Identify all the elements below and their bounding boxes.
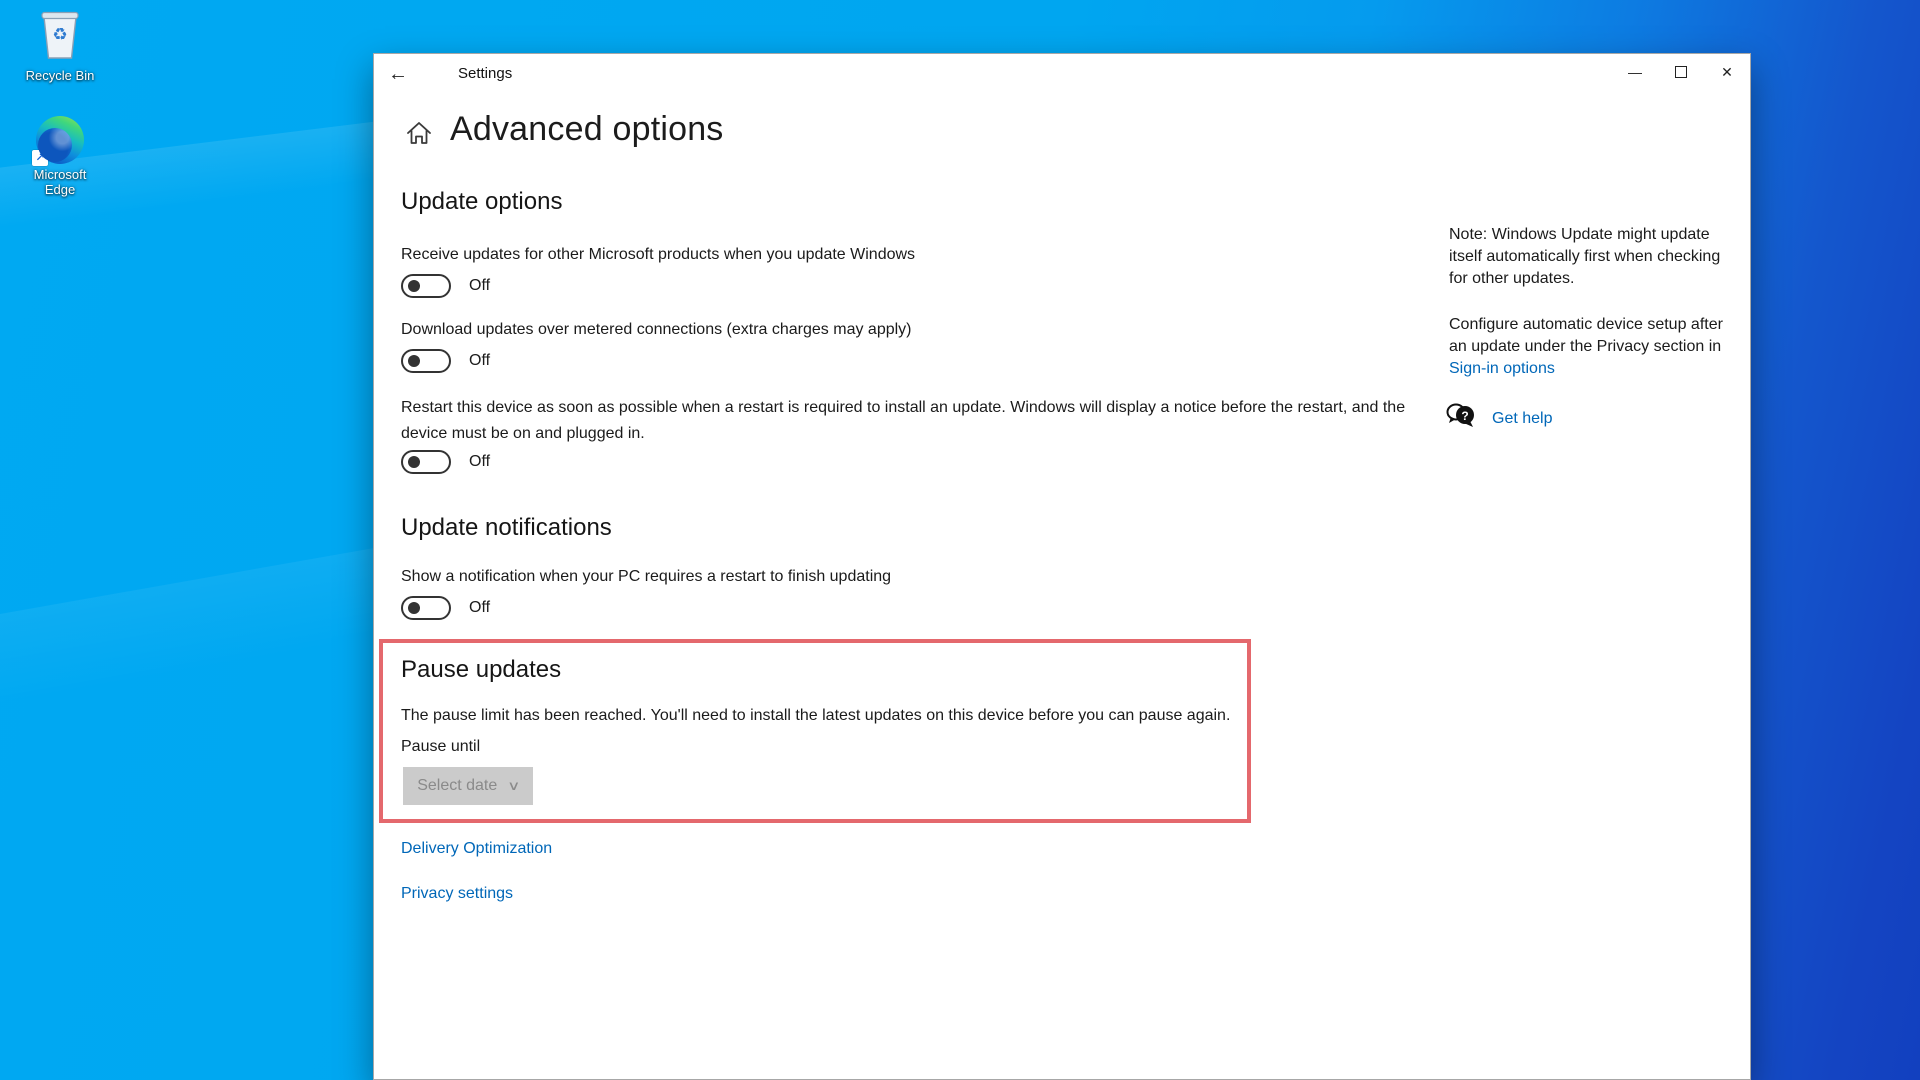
edge-icon: ↗ bbox=[36, 116, 84, 164]
section-heading-update-options: Update options bbox=[401, 188, 562, 216]
recycle-bin-icon: ♻ bbox=[37, 8, 83, 65]
titlebar: ← Settings — ✕ bbox=[374, 54, 1750, 94]
toggle-knob bbox=[408, 456, 420, 468]
get-help-icon: ? bbox=[1446, 402, 1478, 435]
minimize-button[interactable]: — bbox=[1612, 54, 1658, 90]
maximize-icon bbox=[1675, 66, 1687, 78]
toggle-state: Off bbox=[469, 599, 490, 617]
sign-in-options-link[interactable]: Sign-in options bbox=[1449, 360, 1555, 377]
toggle-label-receive-updates: Receive updates for other Microsoft prod… bbox=[401, 246, 915, 264]
desktop-icon-microsoft-edge[interactable]: ↗ Microsoft Edge bbox=[14, 116, 106, 197]
shortcut-arrow-icon: ↗ bbox=[32, 150, 48, 166]
toggle-label-metered-connections: Download updates over metered connection… bbox=[401, 321, 912, 339]
home-icon bbox=[404, 118, 434, 153]
toggle-restart-device[interactable] bbox=[401, 450, 451, 474]
sidebar-configure: Configure automatic device setup after a… bbox=[1449, 314, 1741, 380]
settings-window: ← Settings — ✕ Advanced options Update o… bbox=[373, 53, 1751, 1080]
select-date-label: Select date bbox=[417, 777, 497, 795]
toggle-state: Off bbox=[469, 277, 490, 295]
pause-limit-message: The pause limit has been reached. You'll… bbox=[401, 707, 1230, 725]
svg-text:?: ? bbox=[1461, 409, 1468, 423]
toggle-row: Off bbox=[401, 450, 490, 474]
page-title: Advanced options bbox=[450, 110, 724, 149]
toggle-knob bbox=[408, 602, 420, 614]
desktop-icon-label: Recycle Bin bbox=[26, 68, 95, 83]
toggle-show-notification[interactable] bbox=[401, 596, 451, 620]
toggle-state: Off bbox=[469, 352, 490, 370]
chevron-down-icon: ∨ bbox=[507, 778, 520, 794]
get-help-row: ? Get help bbox=[1446, 402, 1552, 435]
select-date-dropdown[interactable]: Select date ∨ bbox=[403, 767, 533, 805]
window-title: Settings bbox=[458, 54, 512, 94]
toggle-label-show-notification: Show a notification when your PC require… bbox=[401, 568, 891, 586]
maximize-button[interactable] bbox=[1658, 54, 1704, 90]
toggle-knob bbox=[408, 355, 420, 367]
pause-until-label: Pause until bbox=[401, 738, 480, 756]
toggle-state: Off bbox=[469, 453, 490, 471]
section-heading-pause-updates: Pause updates bbox=[401, 656, 561, 684]
delivery-optimization-link[interactable]: Delivery Optimization bbox=[401, 840, 552, 858]
section-heading-update-notifications: Update notifications bbox=[401, 514, 612, 542]
toggle-label-restart-device: Restart this device as soon as possible … bbox=[401, 395, 1451, 447]
toggle-row: Off bbox=[401, 349, 490, 373]
back-button[interactable]: ← bbox=[374, 54, 422, 94]
svg-text:♻: ♻ bbox=[52, 25, 67, 44]
get-help-link[interactable]: Get help bbox=[1492, 410, 1552, 428]
sidebar-note: Note: Windows Update might update itself… bbox=[1449, 224, 1741, 290]
toggle-receive-updates[interactable] bbox=[401, 274, 451, 298]
desktop-icon-recycle-bin[interactable]: ♻ Recycle Bin bbox=[14, 8, 106, 83]
desktop-icon-label: Microsoft Edge bbox=[25, 167, 95, 197]
toggle-knob bbox=[408, 280, 420, 292]
toggle-row: Off bbox=[401, 596, 490, 620]
toggle-row: Off bbox=[401, 274, 490, 298]
sidebar-configure-text: Configure automatic device setup after a… bbox=[1449, 316, 1723, 355]
desktop: ♻ Recycle Bin ↗ Microsoft Edge ← Setting… bbox=[0, 0, 1920, 1080]
close-button[interactable]: ✕ bbox=[1704, 54, 1750, 90]
window-controls: — ✕ bbox=[1612, 54, 1750, 90]
privacy-settings-link[interactable]: Privacy settings bbox=[401, 885, 513, 903]
toggle-metered-connections[interactable] bbox=[401, 349, 451, 373]
